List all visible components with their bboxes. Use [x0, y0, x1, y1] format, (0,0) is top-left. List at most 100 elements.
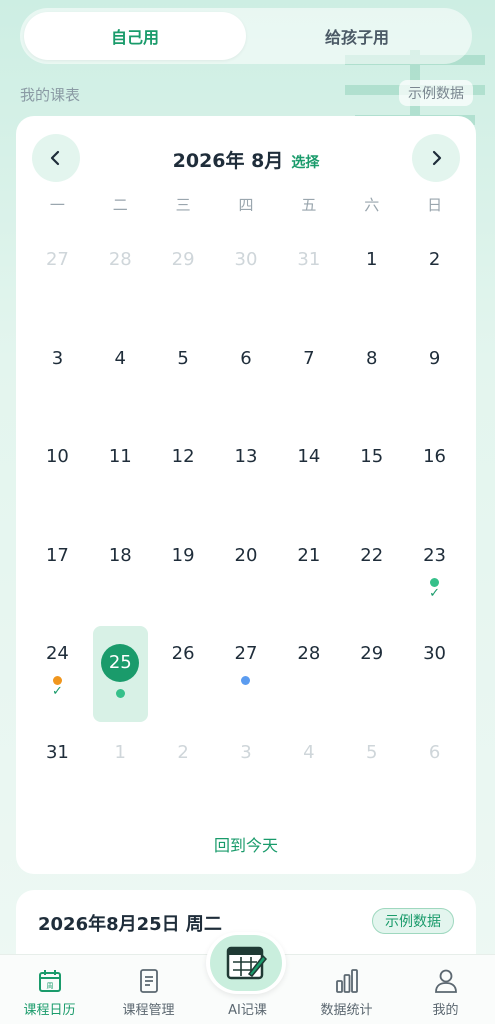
- calendar-day[interactable]: 18: [89, 528, 152, 627]
- calendar-day[interactable]: 10: [26, 429, 89, 528]
- calendar-day[interactable]: 29: [340, 626, 403, 725]
- calendar-day[interactable]: 19: [152, 528, 215, 627]
- day-number: 3: [51, 347, 64, 369]
- calendar-day[interactable]: 4: [277, 725, 340, 824]
- day-number: 24: [45, 643, 69, 665]
- calendar-day[interactable]: 2: [403, 232, 466, 331]
- day-number: 28: [108, 249, 132, 270]
- calendar-day[interactable]: 6: [215, 331, 278, 430]
- calendar-day[interactable]: 14: [277, 429, 340, 528]
- sample-data-badge: 示例数据: [372, 908, 454, 934]
- day-number: 31: [297, 249, 321, 270]
- day-title: 2026年8月25日 周二: [38, 914, 222, 935]
- day-number: 18: [108, 544, 132, 566]
- calendar-day[interactable]: 15: [340, 429, 403, 528]
- tab-course-calendar[interactable]: 周 课程日历: [0, 955, 99, 1024]
- calendar-day[interactable]: 31: [277, 232, 340, 331]
- day-number: 8: [365, 347, 378, 369]
- day-number: 2: [177, 741, 189, 763]
- calendar-icon: 周: [38, 970, 61, 992]
- calendar-day[interactable]: 31: [26, 725, 89, 824]
- day-number: 4: [303, 741, 315, 763]
- day-number: 9: [428, 347, 441, 369]
- day-number: 3: [240, 741, 252, 763]
- day-number: 10: [45, 446, 69, 468]
- day-number: 30: [423, 643, 447, 665]
- calendar-day[interactable]: 28: [277, 626, 340, 725]
- calendar-day[interactable]: 5: [152, 331, 215, 430]
- day-number: 7: [303, 347, 315, 369]
- calendar-day[interactable]: 30: [215, 232, 278, 331]
- toggle-child[interactable]: 给孩子用: [246, 12, 468, 60]
- calendar-day[interactable]: 11: [89, 429, 152, 528]
- weekday-label: 一: [49, 196, 65, 214]
- calendar-day[interactable]: 8: [340, 331, 403, 430]
- day-number: 31: [45, 741, 69, 763]
- calendar-day[interactable]: 23 ✓: [403, 528, 466, 627]
- tab-label: 课程管理: [122, 1003, 175, 1018]
- day-number: 27: [45, 249, 69, 270]
- calendar-day[interactable]: 29: [152, 232, 215, 331]
- day-number: 22: [360, 544, 384, 566]
- weekday-label: 三: [175, 196, 191, 214]
- weekday-label: 二: [112, 196, 128, 214]
- calendar-day[interactable]: 12: [152, 429, 215, 528]
- calendar-card: 2026年 8月 选择 一二三四五六日 27 28 29 30 31 1 2 3 4 5 6 7 8 9 10…: [16, 116, 476, 874]
- day-number: 26: [171, 643, 195, 665]
- month-label: 2026年 8月: [172, 150, 284, 172]
- day-number: 1: [114, 741, 126, 763]
- ai-note-icon: [226, 946, 267, 980]
- calendar-day[interactable]: 20: [215, 528, 278, 627]
- day-number: 29: [360, 643, 384, 665]
- calendar-day[interactable]: 3: [215, 725, 278, 824]
- calendar-day[interactable]: 3: [26, 331, 89, 430]
- usage-toggle: 自己用 给孩子用: [20, 8, 472, 64]
- day-number: 17: [45, 544, 69, 566]
- tab-course-management[interactable]: 课程管理: [99, 955, 198, 1024]
- calendar-day[interactable]: 13: [215, 429, 278, 528]
- calendar-day[interactable]: 2: [152, 725, 215, 824]
- calendar-day[interactable]: 9: [403, 331, 466, 430]
- pick-month-link[interactable]: 选择: [291, 155, 319, 171]
- day-number: 30: [234, 249, 258, 270]
- calendar-day[interactable]: 21: [277, 528, 340, 627]
- day-number: 23: [423, 544, 447, 566]
- calendar-day-selected[interactable]: 25: [89, 626, 152, 725]
- calendar-day[interactable]: 28: [89, 232, 152, 331]
- ai-note-button[interactable]: [206, 932, 286, 994]
- calendar-day[interactable]: 24 ✓: [26, 626, 89, 725]
- back-to-today-button[interactable]: 回到今天: [16, 832, 476, 856]
- toggle-self[interactable]: 自己用: [24, 12, 246, 60]
- weekday-label: 日: [427, 196, 443, 214]
- document-icon: [139, 969, 158, 993]
- calendar-day[interactable]: 6: [403, 725, 466, 824]
- calendar-day[interactable]: 5: [340, 725, 403, 824]
- calendar-day[interactable]: 22: [340, 528, 403, 627]
- ai-note-button-inner: [210, 935, 282, 991]
- day-number: 6: [428, 741, 441, 763]
- svg-text:周: 周: [46, 982, 53, 990]
- calendar-day[interactable]: 27: [215, 626, 278, 725]
- weekday-label: 六: [364, 196, 380, 214]
- day-number: 5: [365, 741, 378, 763]
- calendar-day[interactable]: 7: [277, 331, 340, 430]
- section-title: 我的课表: [20, 86, 81, 104]
- calendar-day[interactable]: 26: [152, 626, 215, 725]
- day-number: 28: [297, 643, 321, 665]
- calendar-day[interactable]: 27: [26, 232, 89, 331]
- day-number: 12: [171, 446, 195, 468]
- calendar-day[interactable]: 30: [403, 626, 466, 725]
- month-title: 2026年 8月 选择: [16, 146, 476, 173]
- chevron-right-icon: [432, 150, 442, 166]
- tab-mine[interactable]: 我的: [396, 955, 495, 1024]
- calendar-day[interactable]: 1: [340, 232, 403, 331]
- calendar-day[interactable]: 16: [403, 429, 466, 528]
- next-month-button[interactable]: [412, 134, 460, 182]
- day-number: 6: [240, 347, 252, 369]
- day-number: 2: [428, 249, 441, 270]
- day-number: 27: [234, 643, 258, 665]
- calendar-day[interactable]: 17: [26, 528, 89, 627]
- calendar-day[interactable]: 4: [89, 331, 152, 430]
- tab-statistics[interactable]: 数据统计: [297, 955, 396, 1024]
- calendar-day[interactable]: 1: [89, 725, 152, 824]
